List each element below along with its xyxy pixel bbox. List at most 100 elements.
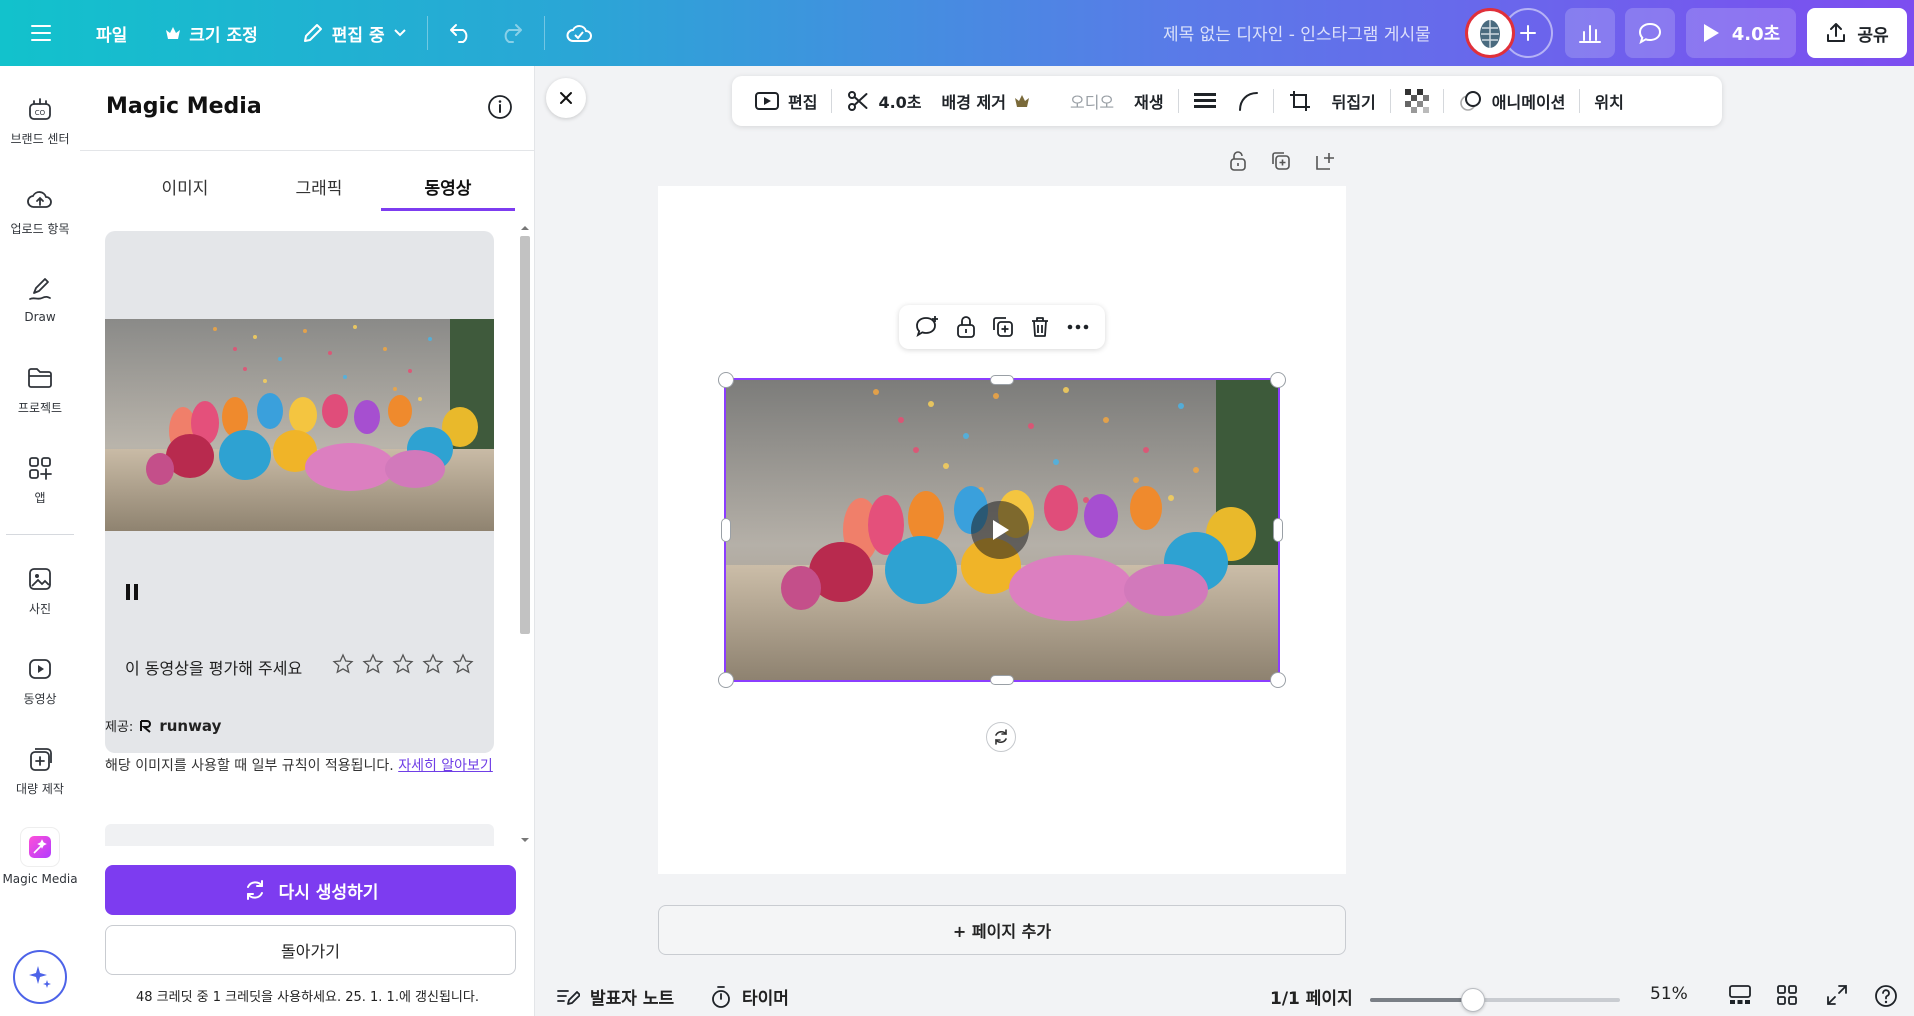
rail-item-brand-center[interactable]: CO 브랜드 센터 bbox=[0, 94, 80, 147]
active-tab-indicator bbox=[381, 208, 515, 211]
resize-handle-left[interactable] bbox=[721, 518, 731, 542]
star-icon[interactable] bbox=[392, 653, 414, 675]
insights-button[interactable] bbox=[1565, 8, 1615, 58]
avatar[interactable] bbox=[1465, 8, 1515, 58]
help-button[interactable] bbox=[1874, 984, 1898, 1008]
zoom-percent[interactable]: 51% bbox=[1650, 984, 1688, 1004]
star-icon[interactable] bbox=[362, 653, 384, 675]
tab-images[interactable]: 이미지 bbox=[120, 174, 250, 199]
page-view-button[interactable] bbox=[1728, 984, 1752, 1006]
audio-button[interactable]: 오디오 bbox=[1060, 83, 1124, 119]
generated-video-preview[interactable] bbox=[105, 319, 494, 531]
learn-more-link[interactable]: 자세히 알아보기 bbox=[398, 758, 493, 774]
design-title[interactable]: 제목 없는 디자인 - 인스타그램 게시물 bbox=[1163, 20, 1431, 45]
file-menu-button[interactable]: 파일 bbox=[84, 11, 139, 55]
resize-handle-bottom-right[interactable] bbox=[1270, 672, 1286, 688]
present-button[interactable]: 4.0초 bbox=[1686, 8, 1796, 58]
resize-handle-bottom-left[interactable] bbox=[718, 672, 734, 688]
video-edit-icon bbox=[755, 92, 779, 110]
add-comment-icon[interactable] bbox=[914, 315, 940, 339]
comments-button[interactable] bbox=[1625, 8, 1675, 58]
tab-videos[interactable]: 동영상 bbox=[383, 174, 513, 199]
topbar-divider bbox=[543, 16, 545, 50]
star-icon[interactable] bbox=[332, 653, 354, 675]
duplicate-page-icon[interactable] bbox=[1270, 150, 1292, 172]
rail-item-photos[interactable]: 사진 bbox=[0, 564, 80, 617]
resize-button[interactable]: 크기 조정 bbox=[153, 11, 269, 55]
rail-item-apps[interactable]: 앱 bbox=[0, 453, 80, 506]
flip-button[interactable]: 뒤집기 bbox=[1322, 83, 1386, 119]
rail-label: 사진 bbox=[28, 602, 52, 616]
undo-button[interactable] bbox=[436, 11, 486, 55]
resize-handle-top[interactable] bbox=[990, 375, 1014, 385]
resize-handle-right[interactable] bbox=[1273, 518, 1283, 542]
zoom-slider[interactable] bbox=[1370, 988, 1620, 1012]
rail-item-uploads[interactable]: 업로드 항목 bbox=[0, 184, 80, 237]
rail-item-bulk-create[interactable]: 대량 제작 bbox=[0, 744, 80, 797]
main-menu-button[interactable] bbox=[18, 11, 64, 55]
comment-bubble-icon bbox=[1638, 22, 1662, 45]
animate-button[interactable]: 애니메이션 bbox=[1448, 83, 1576, 119]
rail-item-magic-media[interactable]: Magic Media bbox=[0, 828, 80, 886]
panel-title: Magic Media bbox=[106, 94, 262, 119]
trim-button[interactable]: 4.0초 bbox=[836, 83, 931, 119]
crop-button[interactable] bbox=[1278, 83, 1322, 119]
grid-view-button[interactable] bbox=[1776, 984, 1798, 1006]
add-page-icon[interactable] bbox=[1314, 150, 1336, 172]
next-result-card[interactable] bbox=[105, 824, 494, 846]
scroll-thumb[interactable] bbox=[520, 236, 530, 634]
toolbar-divider bbox=[1579, 89, 1581, 113]
close-icon bbox=[560, 92, 572, 104]
tab-graphics[interactable]: 그래픽 bbox=[254, 174, 384, 199]
share-button[interactable]: 공유 bbox=[1807, 8, 1907, 58]
pause-button[interactable] bbox=[125, 583, 139, 601]
panel-scrollbar[interactable] bbox=[516, 220, 534, 850]
rail-item-videos[interactable]: 동영상 bbox=[0, 654, 80, 707]
resize-handle-bottom[interactable] bbox=[990, 675, 1014, 685]
corner-rounding-button[interactable] bbox=[1227, 83, 1269, 119]
editing-mode-dropdown[interactable]: 편집 중 bbox=[290, 11, 419, 55]
video-edit-button[interactable]: 편집 bbox=[744, 83, 827, 119]
resize-handle-top-left[interactable] bbox=[718, 372, 734, 388]
bg-remove-button[interactable]: 배경 제거 bbox=[932, 83, 1040, 119]
magic-assistant-button[interactable] bbox=[13, 950, 67, 1004]
add-page-button[interactable]: + 페이지 추가 bbox=[658, 905, 1346, 955]
scroll-up-arrow-icon bbox=[521, 226, 529, 230]
transparency-button[interactable] bbox=[1395, 83, 1439, 119]
border-style-button[interactable] bbox=[1183, 83, 1227, 119]
rail-item-draw[interactable]: Draw bbox=[0, 274, 80, 324]
toolbar-divider bbox=[1177, 89, 1179, 113]
regenerate-button[interactable]: 다시 생성하기 bbox=[105, 865, 516, 915]
fullscreen-button[interactable] bbox=[1826, 984, 1848, 1006]
lock-page-icon[interactable] bbox=[1228, 150, 1248, 172]
info-button[interactable] bbox=[487, 94, 513, 120]
star-icon[interactable] bbox=[452, 653, 474, 675]
photo-icon bbox=[25, 564, 55, 594]
refresh-icon bbox=[246, 880, 263, 900]
zoom-slider-knob[interactable] bbox=[1460, 988, 1485, 1012]
back-button[interactable]: 돌아가기 bbox=[105, 925, 516, 975]
redo-button[interactable] bbox=[486, 11, 536, 55]
scissors-icon bbox=[848, 91, 868, 111]
star-icon[interactable] bbox=[422, 653, 444, 675]
generated-video-card[interactable]: 이 동영상을 평가해 주세요 bbox=[105, 231, 494, 753]
trash-icon[interactable] bbox=[1029, 315, 1051, 339]
cloud-save-status[interactable] bbox=[553, 11, 605, 55]
video-play-button[interactable] bbox=[971, 501, 1029, 559]
selected-video-element[interactable] bbox=[724, 378, 1280, 682]
more-options-icon[interactable] bbox=[1066, 323, 1090, 331]
close-panel-button[interactable] bbox=[546, 78, 586, 118]
rail-item-projects[interactable]: 프로젝트 bbox=[0, 363, 80, 416]
playback-label: 재생 bbox=[1134, 93, 1164, 112]
presenter-notes-button[interactable]: 발표자 노트 bbox=[556, 984, 674, 1009]
cloud-check-icon bbox=[566, 25, 592, 42]
timer-button[interactable]: 타이머 bbox=[710, 984, 789, 1009]
page-indicator[interactable]: 1/1 페이지 bbox=[1270, 984, 1353, 1009]
lock-icon[interactable] bbox=[955, 315, 977, 339]
position-button[interactable]: 위치 bbox=[1584, 83, 1633, 119]
duplicate-icon[interactable] bbox=[991, 315, 1015, 339]
rotate-handle[interactable] bbox=[986, 722, 1016, 752]
resize-handle-top-right[interactable] bbox=[1270, 372, 1286, 388]
provider-name: runway bbox=[159, 716, 222, 735]
playback-button[interactable]: 재생 bbox=[1124, 83, 1173, 119]
